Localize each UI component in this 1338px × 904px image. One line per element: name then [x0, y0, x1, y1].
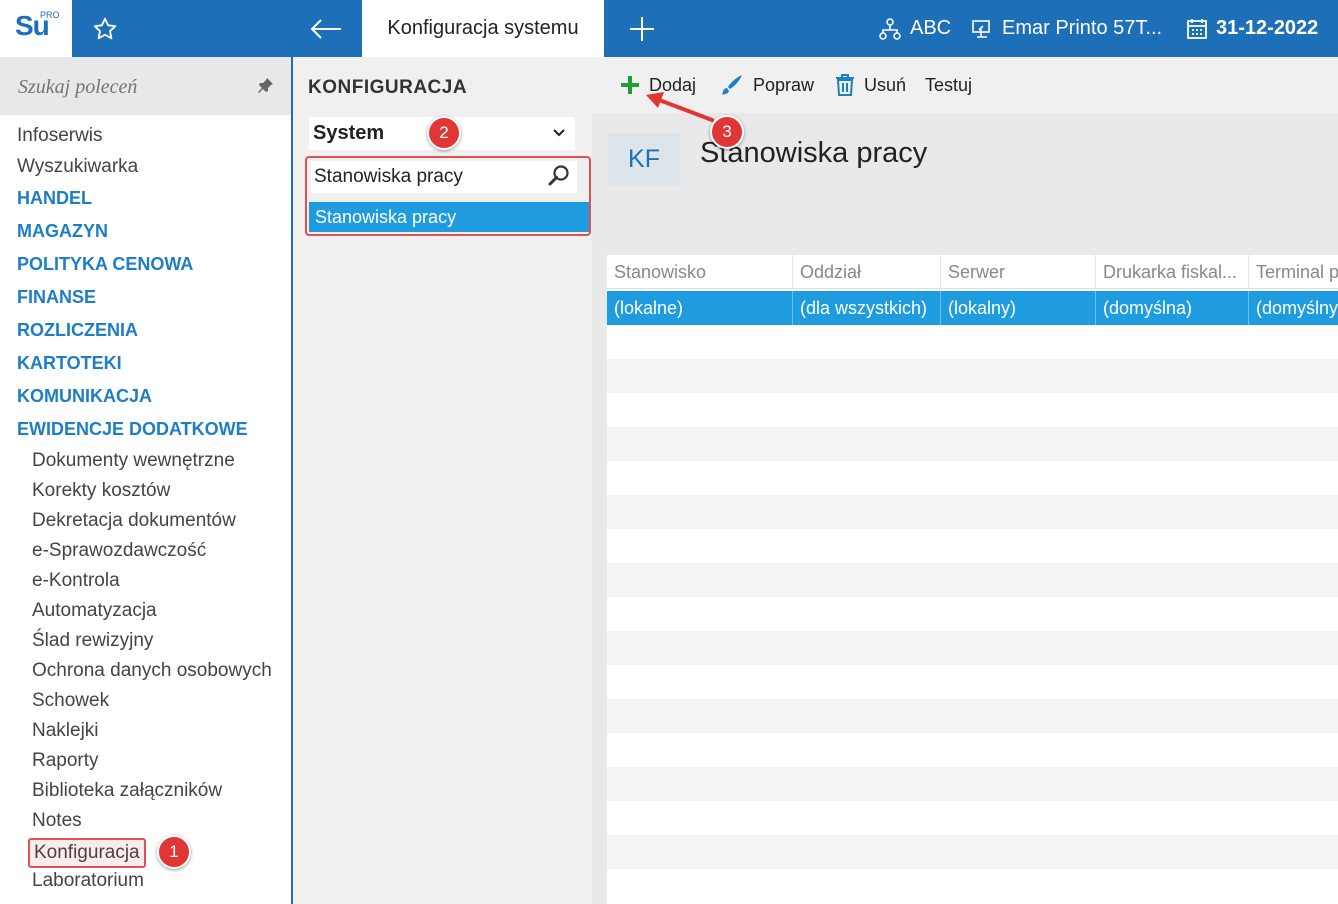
sidebar-item-dokumenty-wewnetrzne[interactable]: Dokumenty wewnętrzne: [32, 450, 235, 472]
sidebar: Infoserwis Wyszukiwarka HANDEL MAGAZYN P…: [0, 57, 291, 904]
brush-icon: [721, 75, 742, 95]
chevron-down-icon: [551, 123, 567, 146]
calendar-icon: [1187, 18, 1207, 39]
navigator-title: KONFIGURACJA: [308, 77, 468, 98]
sidebar-item-e-sprawozdawczosc[interactable]: e-Sprawozdawczość: [32, 540, 206, 562]
grid-stripe: [607, 427, 1338, 461]
sidebar-section-kartoteki[interactable]: KARTOTEKI: [17, 353, 122, 374]
app-logo[interactable]: Su PRO: [0, 0, 72, 57]
config-result-item[interactable]: Stanowiska pracy: [309, 202, 589, 232]
data-grid: Stanowisko Oddział Serwer Drukarka fiska…: [607, 255, 1338, 904]
plus-icon: [630, 17, 654, 41]
content-area: KF Stanowiska pracy Stanowisko Oddział S…: [592, 113, 1338, 904]
test-label: Testuj: [925, 74, 973, 95]
cell-terminal: (domyślny: [1256, 297, 1338, 318]
company-selector[interactable]: ABC: [878, 0, 951, 57]
sidebar-item-konfiguracja[interactable]: Konfiguracja: [28, 838, 146, 868]
sidebar-section-handel[interactable]: HANDEL: [17, 188, 92, 209]
edit-label: Popraw: [753, 74, 815, 95]
column-header-serwer[interactable]: Serwer: [941, 255, 1096, 289]
callout-arrow: [646, 92, 714, 122]
cell-serwer: (lokalny): [941, 291, 1096, 325]
sidebar-section-ewidencje-dodatkowe[interactable]: EWIDENCJE DODATKOWE: [17, 419, 248, 440]
main-content: Dodaj Popraw Usuń Testuj KF Stanowiska p…: [592, 57, 1338, 904]
sidebar-item-ochrona-danych[interactable]: Ochrona danych osobowych: [32, 660, 272, 682]
pin-icon[interactable]: [256, 77, 274, 100]
config-group-value: System: [313, 122, 385, 144]
sidebar-section-finanse[interactable]: FINANSE: [17, 287, 96, 308]
search-icon[interactable]: [547, 164, 571, 193]
column-header-drukarka[interactable]: Drukarka fiskal...: [1096, 255, 1249, 289]
column-header-stanowisko[interactable]: Stanowisko: [607, 255, 793, 289]
grid-stripe: [607, 631, 1338, 665]
sidebar-item-automatyzacja[interactable]: Automatyzacja: [32, 600, 157, 622]
network-icon: [879, 17, 901, 40]
grid-stripe: [607, 699, 1338, 733]
callout-badge-3: 3: [710, 115, 744, 149]
company-name: ABC: [910, 17, 952, 39]
grid-header: Stanowisko Oddział Serwer Drukarka fiska…: [607, 255, 1338, 289]
star-icon: [93, 17, 117, 40]
trash-icon: [836, 74, 854, 96]
logo-sup: PRO: [40, 10, 60, 20]
sidebar-item-korekty-kosztow[interactable]: Korekty kosztów: [32, 480, 170, 502]
sidebar-item-dekretacja-dokumentow[interactable]: Dekretacja dokumentów: [32, 510, 236, 532]
callout-badge-2: 2: [427, 116, 461, 150]
test-button[interactable]: Testuj: [925, 71, 972, 99]
grid-stripe: [607, 767, 1338, 801]
module-badge: KF: [608, 133, 680, 185]
edit-button[interactable]: Popraw: [720, 71, 814, 99]
workstation-name: Emar Printo 57T...: [1002, 17, 1163, 39]
config-filter-input[interactable]: [311, 161, 577, 193]
tab-konfiguracja-systemu[interactable]: Konfiguracja systemu: [362, 0, 604, 57]
workstation-selector[interactable]: Emar Printo 57T...: [970, 0, 1162, 57]
column-header-terminal[interactable]: Terminal p: [1249, 255, 1338, 289]
sidebar-item-slad-rewizyjny[interactable]: Ślad rewizyjny: [32, 630, 153, 652]
sidebar-section-magazyn[interactable]: MAGAZYN: [17, 221, 108, 242]
cell-oddzial: (dla wszystkich): [793, 291, 941, 325]
sidebar-item-raporty[interactable]: Raporty: [32, 750, 99, 772]
working-date: 31-12-2022: [1216, 17, 1319, 39]
sidebar-item-notes[interactable]: Notes: [32, 810, 82, 832]
cell-stanowisko: (lokalne): [607, 291, 793, 325]
workstation-icon: [972, 19, 990, 38]
sidebar-item-biblioteka-zalacznikow[interactable]: Biblioteka załączników: [32, 780, 222, 802]
date-selector[interactable]: 31-12-2022: [1186, 0, 1318, 57]
new-tab-button[interactable]: [616, 12, 668, 46]
sidebar-item-infoserwis[interactable]: Infoserwis: [17, 125, 103, 147]
grid-stripe: [607, 835, 1338, 869]
command-search: [0, 57, 291, 115]
grid-stripe: [607, 495, 1338, 529]
top-bar: Su PRO Konfiguracja systemu ABC Emar Pri…: [0, 0, 1338, 57]
sidebar-section-polityka-cenowa[interactable]: POLITYKA CENOWA: [17, 254, 193, 275]
delete-label: Usuń: [864, 74, 907, 95]
table-row[interactable]: (lokalne) (dla wszystkich) (lokalny) (do…: [607, 291, 1338, 325]
cell-drukarka: (domyślna): [1096, 291, 1249, 325]
sidebar-item-schowek[interactable]: Schowek: [32, 690, 109, 712]
favorites-button[interactable]: [80, 12, 130, 46]
sidebar-item-laboratorium[interactable]: Laboratorium: [32, 870, 144, 892]
sidebar-section-komunikacja[interactable]: KOMUNIKACJA: [17, 386, 152, 407]
sidebar-item-naklejki[interactable]: Naklejki: [32, 720, 99, 742]
sidebar-item-wyszukiwarka[interactable]: Wyszukiwarka: [17, 156, 138, 178]
command-search-input[interactable]: [18, 73, 238, 101]
back-button[interactable]: [300, 12, 352, 46]
column-header-oddzial[interactable]: Oddział: [793, 255, 941, 289]
callout-badge-1: 1: [157, 835, 191, 869]
sidebar-section-rozliczenia[interactable]: ROZLICZENIA: [17, 320, 138, 341]
sidebar-item-e-kontrola[interactable]: e-Kontrola: [32, 570, 120, 592]
config-navigator: KONFIGURACJA System Stanowiska pracy: [293, 57, 592, 904]
grid-stripe: [607, 359, 1338, 393]
grid-stripe: [607, 563, 1338, 597]
arrow-left-icon: [310, 19, 341, 39]
filter-highlight: Stanowiska pracy: [305, 156, 591, 236]
plus-icon: [621, 76, 639, 94]
delete-button[interactable]: Usuń: [835, 71, 906, 99]
